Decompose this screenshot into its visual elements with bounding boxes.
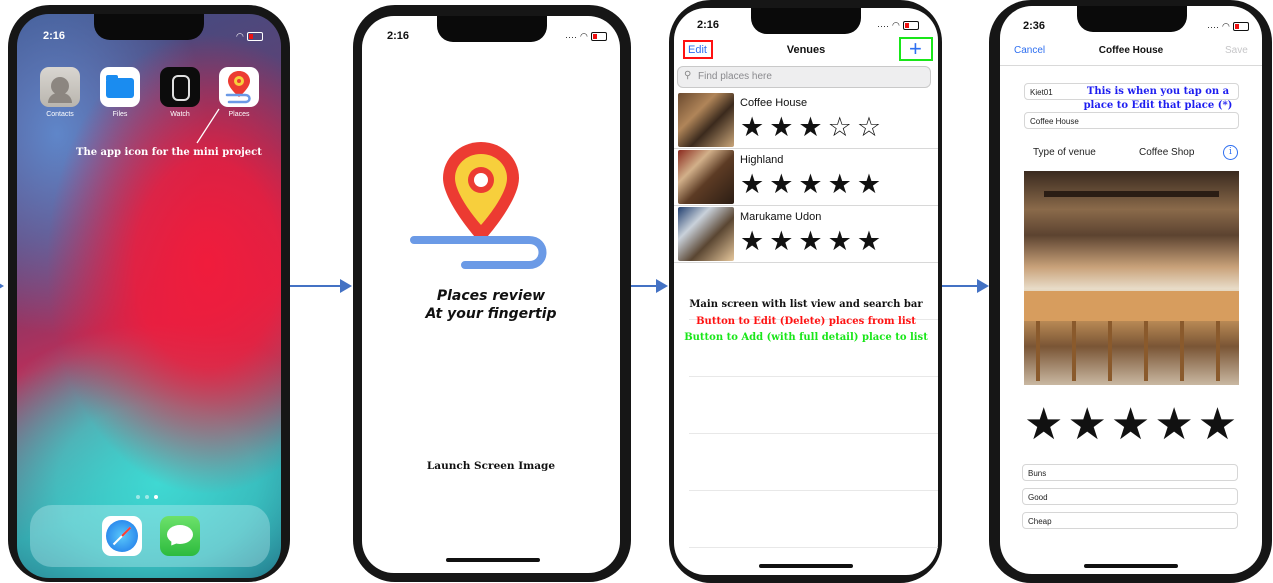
battery-icon — [902, 21, 919, 30]
arrow-left-edge — [0, 279, 4, 293]
review-field-3[interactable]: Cheap — [1022, 512, 1238, 529]
review-field-1[interactable]: Buns — [1022, 464, 1238, 481]
note-edit-button: Button to Edit (Delete) places from list — [696, 316, 916, 327]
battery-icon — [1232, 22, 1249, 31]
review-field-2[interactable]: Good — [1022, 488, 1238, 505]
add-icon: + — [909, 36, 922, 61]
wifi-icon: ◠ — [892, 20, 900, 30]
phone-home-screen: 2:16 ◠ Contacts Files Watch Places The a… — [8, 5, 290, 582]
venue-name: Highland — [740, 154, 784, 166]
home-indicator — [446, 558, 540, 562]
phone-launch-screen: 2:16 ···· ◠ Places review At your finger… — [353, 5, 631, 582]
home-indicator — [1084, 564, 1178, 568]
status-time: 2:16 — [43, 30, 66, 42]
battery-icon — [246, 32, 263, 41]
app-label-files: Files — [112, 111, 128, 118]
phone-venues-list: 2:16 ···· ◠ Edit Venues + ⚲ Find places … — [669, 0, 942, 583]
launch-caption: Launch Screen Image — [426, 460, 556, 472]
status-icons: ···· ◠ — [877, 20, 919, 31]
venue-name: Coffee House — [740, 97, 808, 109]
watch-icon[interactable] — [160, 67, 200, 107]
venue-thumbnail — [678, 150, 734, 204]
launch-tagline-2: At your fingertip — [425, 306, 557, 322]
note-main-screen: Main screen with list view and search ba… — [689, 299, 923, 310]
venue-rating: ★★★☆☆ — [740, 112, 887, 142]
status-icons: ···· ◠ — [1207, 21, 1249, 32]
wifi-icon: ◠ — [580, 31, 588, 41]
safari-icon[interactable] — [102, 516, 142, 556]
info-icon[interactable]: i — [1223, 145, 1238, 160]
files-icon[interactable] — [100, 67, 140, 107]
venue-list: Coffee House ★★★☆☆ Highland ★★★★★ Maruka… — [674, 92, 938, 562]
battery-icon — [590, 32, 607, 41]
venue-name-field[interactable]: Coffee House — [1024, 112, 1239, 129]
search-bar[interactable]: ⚲ Find places here — [677, 66, 931, 88]
messages-icon[interactable] — [160, 516, 200, 556]
places-logo-icon — [410, 142, 547, 269]
add-button[interactable]: + — [899, 36, 933, 61]
venue-rating: ★★★★★ — [740, 169, 887, 199]
page-dots — [136, 495, 158, 499]
status-time: 2:16 — [697, 19, 720, 31]
places-icon[interactable] — [219, 67, 259, 107]
edit-note: This is when you tap on a place to Edit … — [1083, 86, 1233, 111]
search-icon: ⚲ — [684, 70, 692, 81]
venue-name: Marukame Udon — [740, 211, 822, 223]
save-button[interactable]: Save — [1225, 45, 1248, 56]
venue-photo[interactable] — [1024, 171, 1239, 385]
dock — [30, 505, 270, 567]
type-of-venue-value[interactable]: Coffee Shop — [1139, 147, 1194, 158]
nav-title: Coffee House — [1098, 45, 1164, 56]
list-item[interactable]: Coffee House ★★★☆☆ — [674, 92, 938, 149]
status-icons: ···· ◠ — [565, 31, 607, 42]
home-indicator — [759, 564, 853, 568]
status-time: 2:16 — [387, 30, 410, 42]
venue-thumbnail — [678, 93, 734, 147]
venue-rating: ★★★★★ — [740, 226, 887, 256]
type-of-venue-label: Type of venue — [1033, 147, 1096, 158]
note-add-button: Button to Add (with full detail) place t… — [684, 332, 928, 343]
app-label-contacts: Contacts — [46, 111, 74, 118]
venue-thumbnail — [678, 207, 734, 261]
search-input[interactable]: Find places here — [698, 71, 772, 82]
pointer-line — [196, 108, 220, 144]
venue-rating-stars[interactable]: ★★★★★ — [1024, 400, 1239, 450]
contacts-icon[interactable] — [40, 67, 80, 107]
wifi-icon: ◠ — [236, 31, 244, 41]
wifi-icon: ◠ — [1222, 21, 1230, 31]
list-item[interactable]: Highland ★★★★★ — [674, 149, 938, 206]
status-time: 2:36 — [1023, 20, 1046, 32]
app-icon-caption: The app icon for the mini project — [76, 147, 262, 158]
list-item[interactable]: Marukame Udon ★★★★★ — [674, 206, 938, 263]
phone-edit-venue: 2:36 ···· ◠ Cancel Coffee House Save Kie… — [989, 0, 1272, 583]
launch-tagline-1: Places review — [436, 288, 546, 304]
status-icons: ◠ — [236, 31, 263, 42]
